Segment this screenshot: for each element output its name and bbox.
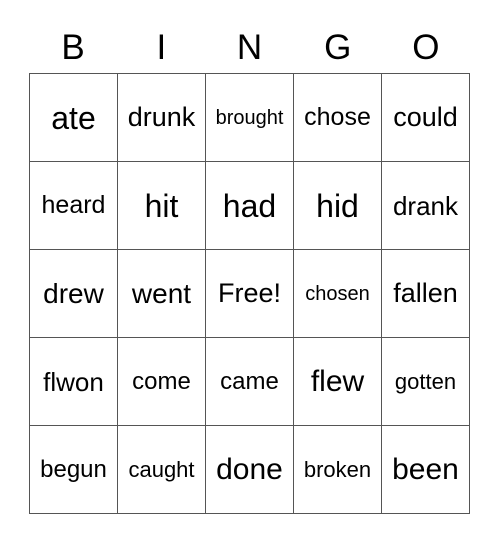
bingo-cell[interactable]: went bbox=[118, 250, 206, 338]
cell-word: brought bbox=[215, 106, 284, 129]
cell-word: drew bbox=[43, 277, 104, 309]
bingo-cell[interactable]: caught bbox=[118, 426, 206, 514]
cell-word: flwon bbox=[43, 366, 104, 397]
bingo-header: B I N G O bbox=[29, 26, 470, 70]
bingo-cell[interactable]: drank bbox=[382, 162, 470, 250]
cell-word: broken bbox=[303, 456, 372, 482]
bingo-cell[interactable]: broken bbox=[294, 426, 382, 514]
bingo-cell[interactable]: flew bbox=[294, 338, 382, 426]
bingo-cell[interactable]: had bbox=[206, 162, 294, 250]
cell-word: drank bbox=[392, 190, 459, 221]
free-space-label: Free! bbox=[217, 278, 282, 308]
bingo-cell[interactable]: gotten bbox=[382, 338, 470, 426]
cell-word: hit bbox=[144, 187, 179, 224]
bingo-cell[interactable]: came bbox=[206, 338, 294, 426]
cell-word: drunk bbox=[127, 102, 196, 132]
header-letter-i: I bbox=[156, 28, 167, 67]
bingo-cell[interactable]: begun bbox=[30, 426, 118, 514]
cell-word: hid bbox=[316, 187, 359, 224]
cell-word: begun bbox=[40, 455, 107, 483]
cell-word: had bbox=[222, 187, 277, 224]
header-letter-g: G bbox=[324, 28, 352, 67]
bingo-cell[interactable]: hid bbox=[294, 162, 382, 250]
bingo-cell[interactable]: could bbox=[382, 74, 470, 162]
bingo-cell[interactable]: chosen bbox=[294, 250, 382, 338]
bingo-cell[interactable]: come bbox=[118, 338, 206, 426]
bingo-cell[interactable]: drew bbox=[30, 250, 118, 338]
bingo-cell[interactable]: heard bbox=[30, 162, 118, 250]
bingo-cell[interactable]: been bbox=[382, 426, 470, 514]
cell-word: gotten bbox=[394, 368, 457, 394]
cell-word: flew bbox=[310, 364, 365, 398]
bingo-cell[interactable]: done bbox=[206, 426, 294, 514]
bingo-cell[interactable]: flwon bbox=[30, 338, 118, 426]
header-letter-n: N bbox=[236, 28, 263, 67]
bingo-cell[interactable]: ate bbox=[30, 74, 118, 162]
header-letter-b: B bbox=[61, 28, 85, 67]
bingo-grid: ate drunk brought chose could heard hit … bbox=[29, 73, 470, 514]
cell-word: fallen bbox=[393, 278, 458, 308]
header-letter-o: O bbox=[412, 28, 440, 67]
bingo-cell[interactable]: drunk bbox=[118, 74, 206, 162]
cell-word: done bbox=[216, 452, 283, 486]
cell-word: ate bbox=[51, 99, 96, 136]
cell-word: went bbox=[131, 277, 192, 309]
cell-word: chosen bbox=[305, 282, 370, 305]
free-space-cell[interactable]: Free! bbox=[206, 250, 294, 338]
cell-word: could bbox=[393, 102, 458, 132]
cell-word: caught bbox=[128, 456, 195, 482]
cell-word: chose bbox=[304, 103, 371, 131]
cell-word: heard bbox=[41, 191, 106, 219]
cell-word: come bbox=[132, 367, 191, 395]
bingo-cell[interactable]: brought bbox=[206, 74, 294, 162]
bingo-cell[interactable]: chose bbox=[294, 74, 382, 162]
cell-word: came bbox=[220, 367, 279, 395]
bingo-cell[interactable]: hit bbox=[118, 162, 206, 250]
bingo-cell[interactable]: fallen bbox=[382, 250, 470, 338]
cell-word: been bbox=[392, 452, 459, 486]
